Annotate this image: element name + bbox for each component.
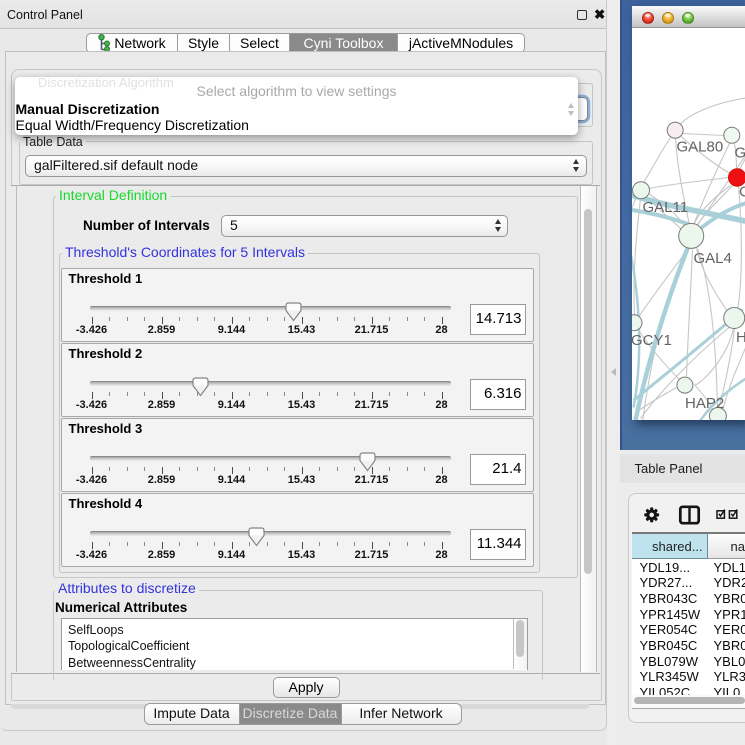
svg-text:C: C bbox=[739, 183, 745, 200]
svg-text:H: H bbox=[736, 329, 745, 346]
svg-text:GA: GA bbox=[734, 144, 745, 161]
svg-text:GAL80: GAL80 bbox=[676, 138, 723, 155]
svg-text:GAL11: GAL11 bbox=[642, 199, 688, 216]
svg-text:GCY1: GCY1 bbox=[632, 332, 672, 349]
svg-text:GAL4: GAL4 bbox=[693, 250, 731, 267]
svg-text:HAP2: HAP2 bbox=[685, 395, 724, 412]
